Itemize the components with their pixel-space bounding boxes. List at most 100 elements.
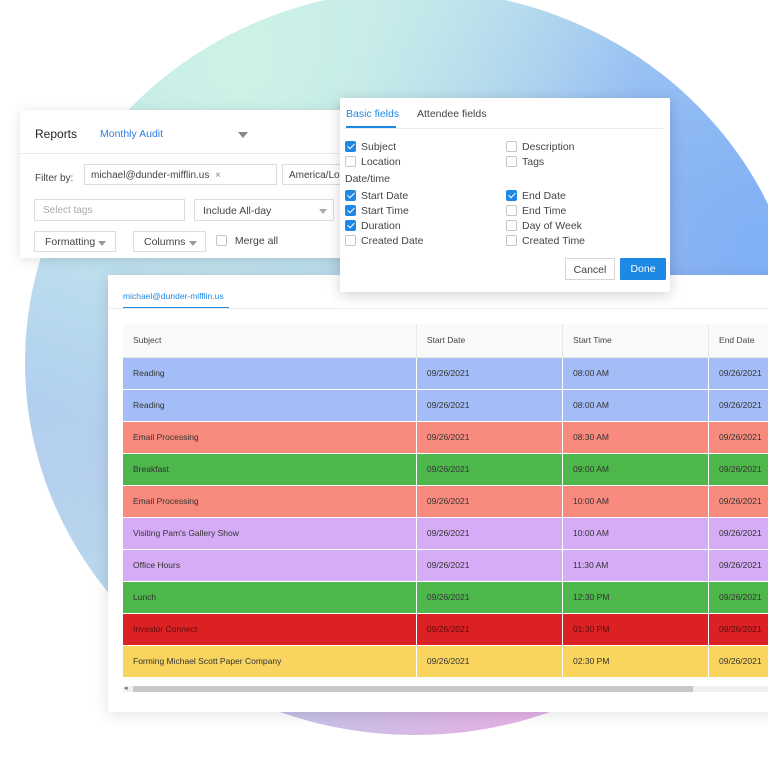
field-option-created-time[interactable]: Created Time xyxy=(506,235,585,247)
report-table-card: michael@dunder-mifflin.us Subject Start … xyxy=(108,275,768,712)
field-option-created-date[interactable]: Created Date xyxy=(345,235,423,247)
field-option-label: Duration xyxy=(361,220,401,232)
field-option-start-time[interactable]: Start Time xyxy=(345,205,409,217)
checkbox[interactable] xyxy=(345,220,356,231)
field-option-day-of-week[interactable]: Day of Week xyxy=(506,220,582,232)
chevron-down-icon[interactable] xyxy=(238,132,248,138)
cell-end-date: 09/26/2021 xyxy=(708,549,768,582)
field-option-start-date[interactable]: Start Date xyxy=(345,190,408,202)
cell-end-date: 09/26/2021 xyxy=(708,485,768,518)
report-selector[interactable]: Monthly Audit xyxy=(100,128,163,140)
done-button[interactable]: Done xyxy=(620,258,666,280)
cell-start-date: 09/26/2021 xyxy=(416,581,564,614)
email-filter-chip[interactable]: michael@dunder-mifflin.us × xyxy=(84,164,277,185)
field-option-label: End Date xyxy=(522,190,566,202)
field-option-end-time[interactable]: End Time xyxy=(506,205,566,217)
field-option-description[interactable]: Description xyxy=(506,141,575,153)
chevron-down-icon xyxy=(98,241,106,246)
table-row[interactable]: Breakfast 09/26/2021 09:00 AM 09/26/2021 xyxy=(123,453,768,486)
table-row[interactable]: Reading 09/26/2021 08:00 AM 09/26/2021 xyxy=(123,357,768,390)
table-row[interactable]: Reading 09/26/2021 08:00 AM 09/26/2021 xyxy=(123,389,768,422)
table-row[interactable]: Email Processing 09/26/2021 08:30 AM 09/26/… xyxy=(123,421,768,454)
field-option-label: Created Time xyxy=(522,235,586,247)
checkbox[interactable] xyxy=(345,205,356,216)
field-option-label: Location xyxy=(361,156,401,168)
table-row[interactable]: Lunch 09/26/2021 12:30 PM 09/26/2021 xyxy=(123,581,768,614)
checkbox[interactable] xyxy=(506,190,517,201)
merge-all-checkbox[interactable] xyxy=(216,235,227,246)
cell-subject: Forming Michael Scott Paper Company xyxy=(123,645,417,678)
datetime-section-label: Date/time xyxy=(345,173,390,185)
table-body: Reading 09/26/2021 08:00 AM 09/26/2021 Readi… xyxy=(123,357,768,678)
cell-start-time: 10:00 AM xyxy=(562,517,710,550)
table-row[interactable]: Investor Connect 09/26/2021 01:30 PM 09/26/… xyxy=(123,613,768,646)
table-header-row: Subject Start Date Start Time End Date xyxy=(123,324,768,358)
scrollbar-thumb[interactable] xyxy=(133,686,693,692)
horizontal-scrollbar[interactable]: ◂ xyxy=(123,684,768,692)
table-row[interactable]: Email Processing 09/26/2021 10:00 AM 09/26/… xyxy=(123,485,768,518)
cell-start-date: 09/26/2021 xyxy=(416,613,564,646)
header-start-date[interactable]: Start Date xyxy=(416,324,564,358)
checkbox[interactable] xyxy=(506,205,517,216)
field-option-location[interactable]: Location xyxy=(345,156,401,168)
cell-start-time: 11:30 AM xyxy=(562,549,710,582)
cell-end-date: 09/26/2021 xyxy=(708,645,768,678)
reports-header: Reports Monthly Audit xyxy=(20,110,365,154)
divider xyxy=(108,308,768,309)
scroll-left-arrow-icon[interactable]: ◂ xyxy=(124,684,128,692)
checkbox[interactable] xyxy=(506,141,517,152)
filter-label: Filter by: xyxy=(35,173,74,184)
cell-start-time: 01:30 PM xyxy=(562,613,710,646)
merge-all-label: Merge all xyxy=(234,235,279,247)
checkbox[interactable] xyxy=(345,190,356,201)
cell-start-time: 10:00 AM xyxy=(562,485,710,518)
merge-all-toggle[interactable]: Merge all xyxy=(216,235,278,247)
header-subject[interactable]: Subject xyxy=(123,324,417,358)
tab-attendee-fields[interactable]: Attendee fields xyxy=(417,108,486,120)
checkbox[interactable] xyxy=(506,235,517,246)
checkbox[interactable] xyxy=(506,156,517,167)
cell-start-date: 09/26/2021 xyxy=(416,517,564,550)
checkbox[interactable] xyxy=(345,235,356,246)
table-row[interactable]: Office Hours 09/26/2021 11:30 AM 09/26/2021 xyxy=(123,549,768,582)
tags-input[interactable]: Select tags xyxy=(34,199,185,221)
checkbox[interactable] xyxy=(345,141,356,152)
cancel-button[interactable]: Cancel xyxy=(565,258,615,280)
field-option-duration[interactable]: Duration xyxy=(345,220,401,232)
field-option-label: Subject xyxy=(361,141,397,153)
field-option-subject[interactable]: Subject xyxy=(345,141,396,153)
cell-end-date: 09/26/2021 xyxy=(708,517,768,550)
columns-button[interactable]: Columns xyxy=(133,231,206,252)
divider xyxy=(345,128,663,129)
cell-subject: Lunch xyxy=(123,581,417,614)
table-row[interactable]: Visiting Pam's Gallery Show 09/26/2021 10:… xyxy=(123,517,768,550)
formatting-button[interactable]: Formatting xyxy=(34,231,116,252)
tab-basic-fields[interactable]: Basic fields xyxy=(346,108,399,120)
cell-start-date: 09/26/2021 xyxy=(416,357,564,390)
include-allday-select[interactable]: Include All-day xyxy=(194,199,334,221)
fields-popover: Basic fields Attendee fields Subject Loca… xyxy=(340,98,670,292)
close-icon[interactable]: × xyxy=(215,170,221,181)
cell-end-date: 09/26/2021 xyxy=(708,453,768,486)
field-option-label: Start Date xyxy=(361,190,409,202)
field-option-tags[interactable]: Tags xyxy=(506,156,544,168)
cell-subject: Visiting Pam's Gallery Show xyxy=(123,517,417,550)
checkbox[interactable] xyxy=(506,220,517,231)
header-start-time[interactable]: Start Time xyxy=(562,324,710,358)
cell-subject: Office Hours xyxy=(123,549,417,582)
field-option-label: End Time xyxy=(522,205,567,217)
cell-start-time: 12:30 PM xyxy=(562,581,710,614)
header-end-date[interactable]: End Date xyxy=(708,324,768,358)
cell-subject: Email Processing xyxy=(123,421,417,454)
cell-start-date: 09/26/2021 xyxy=(416,485,564,518)
reports-panel: Reports Monthly Audit Filter by: michael… xyxy=(20,110,377,258)
events-table: Subject Start Date Start Time End Date R… xyxy=(123,324,768,678)
field-option-label: Day of Week xyxy=(522,220,582,232)
field-option-end-date[interactable]: End Date xyxy=(506,190,566,202)
tab-michael-calendar[interactable]: michael@dunder-mifflin.us xyxy=(123,291,224,301)
cell-end-date: 09/26/2021 xyxy=(708,421,768,454)
cell-start-time: 09:00 AM xyxy=(562,453,710,486)
cell-start-date: 09/26/2021 xyxy=(416,549,564,582)
table-row[interactable]: Forming Michael Scott Paper Company 09/26… xyxy=(123,645,768,678)
checkbox[interactable] xyxy=(345,156,356,167)
